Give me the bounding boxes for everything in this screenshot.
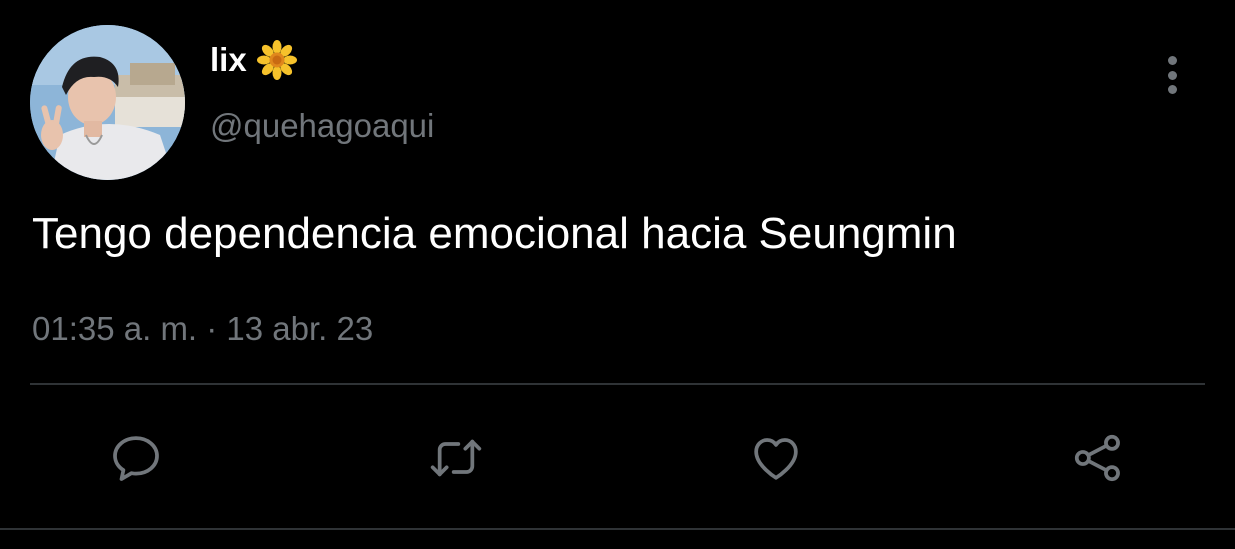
more-options-dot — [1167, 56, 1177, 65]
like-icon — [754, 438, 798, 480]
more-options-dot — [1167, 70, 1177, 80]
share-icon — [1074, 434, 1120, 482]
tweet-timestamp[interactable]: 01:35 a. m. · 13 abr. 23 — [32, 309, 373, 349]
divider — [30, 383, 1205, 385]
bottom-divider — [0, 528, 1235, 530]
sunflower-icon — [256, 40, 297, 80]
like-button[interactable] — [746, 428, 806, 488]
user-handle[interactable]: @quehagoaqui — [210, 106, 434, 146]
retweet-icon — [430, 439, 482, 477]
display-name-text: lix — [210, 41, 247, 78]
reply-button[interactable] — [106, 428, 166, 488]
more-options-dot — [1167, 85, 1177, 94]
share-button[interactable] — [1068, 428, 1128, 488]
avatar[interactable] — [30, 25, 185, 180]
retweet-button[interactable] — [426, 428, 486, 488]
avatar-photo — [30, 25, 185, 180]
tweet-text: Tengo dependencia emocional hacia Seungm… — [32, 209, 957, 258]
reply-icon — [113, 436, 159, 481]
tweet-detail: lix @quehagoaqui Tengo dependencia emoci… — [0, 0, 1235, 549]
display-name[interactable]: lix — [210, 40, 297, 80]
more-options-button[interactable] — [1152, 52, 1192, 98]
